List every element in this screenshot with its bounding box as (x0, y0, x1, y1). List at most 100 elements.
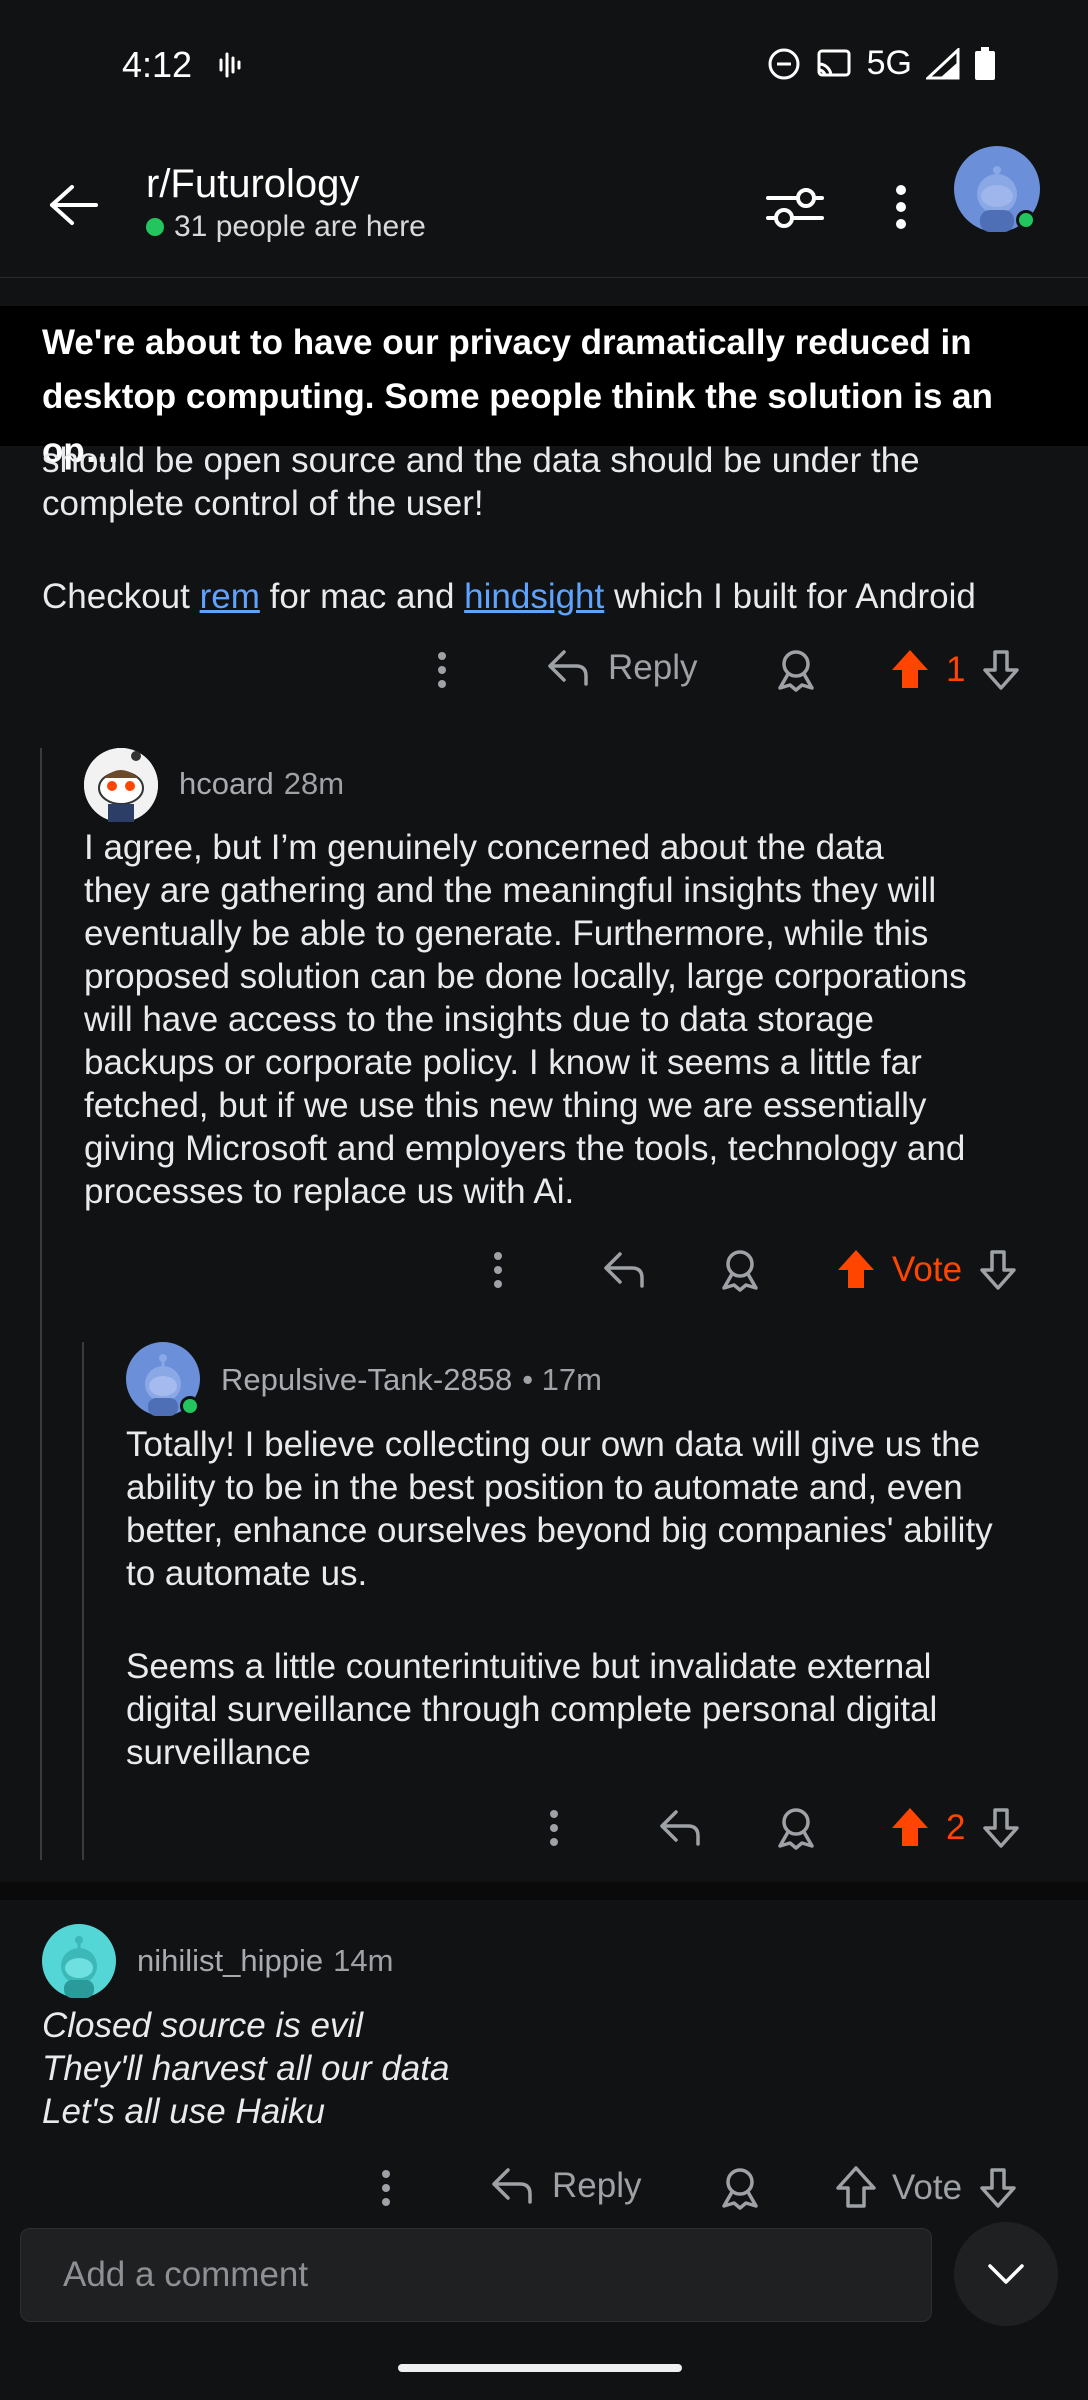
cast-icon (815, 48, 853, 80)
chevron-down-icon (988, 2264, 1024, 2284)
timestamp: • 17m (522, 1362, 602, 1397)
award-button[interactable] (718, 2166, 762, 2210)
comment-text-line: surveillance (126, 1733, 311, 1772)
award-icon (722, 1250, 758, 1292)
comment-text-line: to automate us. (126, 1554, 368, 1593)
timestamp: 14m (333, 1943, 394, 1978)
more-vertical-icon (494, 1252, 502, 1288)
comment-more-button[interactable] (476, 1248, 520, 1292)
back-arrow-icon (50, 185, 98, 225)
reply-icon (492, 2168, 532, 2204)
vote-label: Vote (892, 1250, 963, 1289)
comment-text-line: Closed source is evil (42, 2006, 363, 2045)
more-vertical-icon (382, 2170, 390, 2206)
award-button[interactable] (718, 1248, 762, 1292)
upvote-icon[interactable] (836, 1248, 876, 1292)
comment-meta: hcoard 28m (179, 766, 344, 802)
avatar[interactable] (42, 1924, 116, 1998)
comment-more-button[interactable] (364, 2166, 408, 2210)
reply-button[interactable]: Reply (490, 2166, 641, 2206)
upvote-icon[interactable] (836, 2166, 876, 2210)
vote-group: Vote (836, 2166, 1018, 2210)
comment-text-line: Let's all use Haiku (42, 2092, 325, 2131)
reply-label: Reply (552, 2166, 642, 2205)
more-vertical-icon (896, 185, 906, 229)
downvote-icon[interactable] (978, 2166, 1018, 2210)
comment-more-button[interactable] (420, 648, 464, 692)
downvote-icon[interactable] (981, 648, 1021, 692)
reply-button[interactable] (658, 1808, 702, 1848)
more-vertical-icon (438, 652, 446, 688)
thread-line[interactable] (40, 748, 42, 1860)
username[interactable]: Repulsive-Tank-2858 (221, 1362, 512, 1398)
signal-icon (926, 47, 960, 80)
downvote-icon[interactable] (981, 1806, 1021, 1850)
comment-text-line: backups or corporate policy. I know it s… (84, 1043, 922, 1082)
online-count: 31 people are here (146, 210, 426, 244)
comment-text-line: eventually be able to generate. Furtherm… (84, 914, 929, 953)
hindsight-link[interactable]: hindsight (464, 577, 604, 616)
collapse-button[interactable] (954, 2222, 1058, 2326)
home-indicator[interactable] (398, 2364, 682, 2372)
comment-placeholder: Add a comment (63, 2255, 309, 2294)
username[interactable]: nihilist_hippie (137, 1943, 323, 1979)
comment-text-line: Totally! I believe collecting our own da… (126, 1425, 981, 1464)
comment-text-line: will have access to the insights due to … (84, 1000, 874, 1039)
online-text: 31 people are here (174, 210, 426, 243)
thread-line[interactable] (82, 1342, 84, 1860)
comment-text-line: proposed solution can be done locally, l… (84, 957, 967, 996)
vote-label: Vote (892, 2168, 963, 2207)
vote-count: 2 (946, 1808, 966, 1847)
reply-button[interactable]: Reply (546, 648, 697, 688)
comment-more-button[interactable] (532, 1806, 576, 1850)
thread-divider (0, 1882, 1088, 1900)
dnd-icon (767, 47, 801, 81)
vote-group: Vote (836, 1248, 1018, 1292)
award-icon (778, 650, 814, 692)
downvote-icon[interactable] (978, 1248, 1018, 1292)
network-type: 5G (866, 44, 912, 82)
status-time: 4:12 (122, 44, 193, 85)
voice-activity-icon (218, 50, 244, 80)
subreddit-name[interactable]: r/Futurology (146, 162, 359, 207)
upvote-icon[interactable] (890, 648, 930, 692)
comment-text-line: I agree, but I’m genuinely concerned abo… (84, 828, 884, 867)
vote-group: 1 (890, 648, 1021, 692)
award-button[interactable] (774, 1806, 818, 1850)
award-button[interactable] (774, 648, 818, 692)
reply-icon (604, 1252, 644, 1288)
add-comment-input[interactable]: Add a comment (20, 2228, 932, 2322)
comment-text-line: fetched, but if we use this new thing we… (84, 1086, 927, 1125)
upvote-icon[interactable] (890, 1806, 930, 1850)
reply-label: Reply (608, 648, 698, 687)
battery-icon (974, 46, 996, 81)
reply-icon (660, 1810, 700, 1846)
comment-text-line: They'll harvest all our data (42, 2049, 450, 2088)
online-status-dot (180, 1396, 200, 1416)
vote-count: 1 (946, 650, 966, 689)
comment-text-line: digital surveillance through complete pe… (126, 1690, 938, 1729)
header: r/Futurology 31 people are here (0, 140, 1088, 278)
text-span: Checkout (42, 577, 200, 616)
comment-text-line: complete control of the user! (42, 484, 484, 523)
comment-text-line: giving Microsoft and employers the tools… (84, 1129, 966, 1168)
comment-text-line: Checkout rem for mac and hindsight which… (42, 575, 976, 618)
reply-icon (548, 650, 588, 686)
post-title-banner[interactable]: We're about to have our privacy dramatic… (0, 306, 1088, 470)
timestamp: 28m (283, 766, 345, 801)
online-dot (146, 218, 164, 236)
rem-link[interactable]: rem (200, 577, 260, 616)
status-bar: 4:12 5G (0, 0, 1088, 140)
sort-filter-button[interactable] (764, 178, 826, 236)
vote-group: 2 (890, 1806, 1021, 1850)
avatar[interactable] (84, 748, 158, 822)
back-button[interactable] (40, 172, 106, 238)
comment-text-line: processes to replace us with Ai. (84, 1172, 575, 1211)
more-options-button[interactable] (876, 178, 926, 236)
text-span: which I built for Android (604, 577, 976, 616)
username[interactable]: hcoard (179, 766, 274, 802)
comment-text-line: Seems a little counterintuitive but inva… (126, 1647, 932, 1686)
comment-meta: nihilist_hippie 14m (137, 1943, 393, 1979)
reply-button[interactable] (602, 1250, 646, 1290)
comment-text-line: better, enhance ourselves beyond big com… (126, 1511, 993, 1550)
